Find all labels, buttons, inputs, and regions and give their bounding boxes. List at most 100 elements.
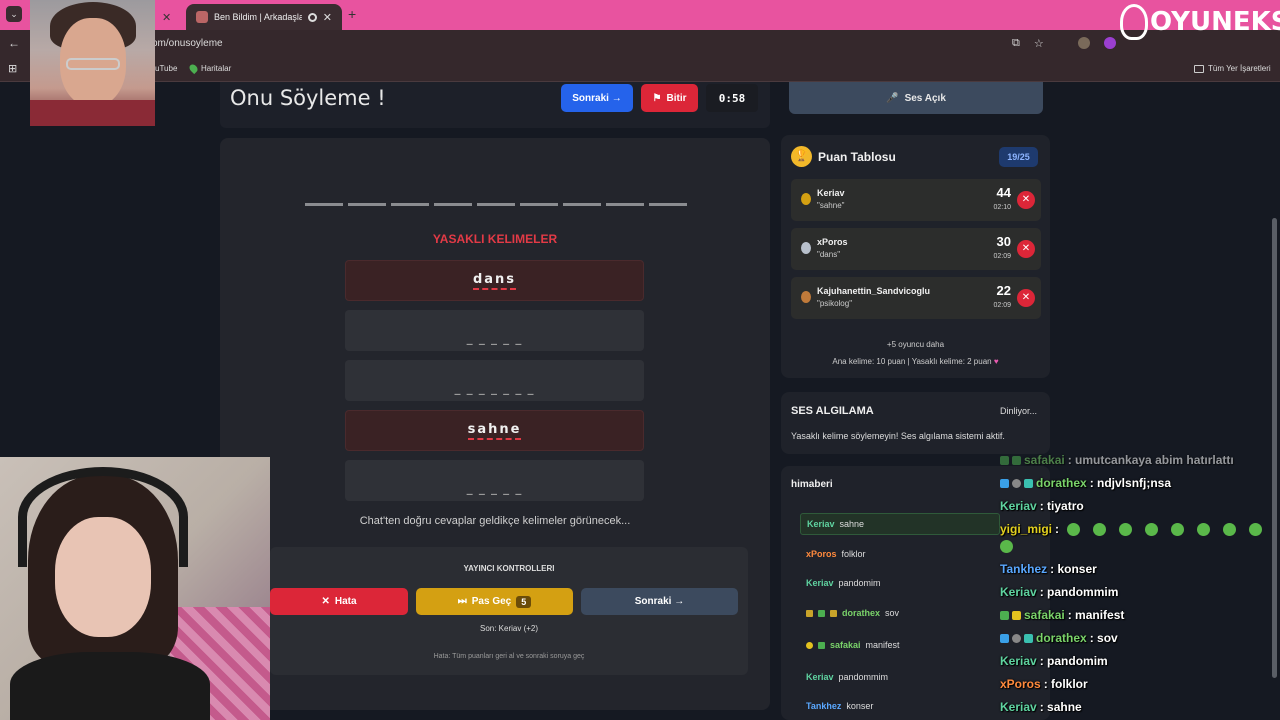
emote-icon (1249, 522, 1263, 536)
player-name: Keriav (817, 188, 845, 198)
remove-player-button[interactable]: ✕ (1017, 240, 1035, 258)
answer-slot (649, 203, 687, 206)
silver-medal-icon (801, 242, 811, 254)
answer-slot (348, 203, 386, 206)
apps-grid-icon[interactable]: ⊞ (8, 62, 17, 75)
microphone-icon: 🎤 (886, 92, 899, 104)
answer-slot (391, 203, 429, 206)
oyuneks-logo: OYUNEKS (1120, 4, 1280, 40)
bookmark-maps[interactable]: Haritalar (187, 62, 231, 75)
next-button-top[interactable]: Sonraki → (561, 84, 633, 112)
overlay-chat-line: Keriav : pandomim (1000, 654, 1108, 668)
voice-detection-card (781, 392, 1050, 454)
scrollbar-thumb[interactable] (1272, 218, 1277, 678)
url-text[interactable]: om/onusoyleme (152, 38, 223, 49)
emote-icon (1197, 522, 1211, 536)
badge-icon (1012, 633, 1021, 643)
extension-icon[interactable] (1077, 37, 1090, 49)
star-badge-icon (806, 641, 813, 649)
player-time: 02:09 (993, 253, 1011, 260)
finish-button[interactable]: ⚑ Bitir (641, 84, 698, 112)
webcam-streamer-1 (30, 0, 155, 126)
player-row: xPoros "dans" 30 02:09 ✕ (791, 228, 1041, 270)
badge-icon (1024, 633, 1033, 643)
close-icon[interactable]: ✕ (162, 11, 171, 24)
close-icon[interactable]: ✕ (323, 11, 332, 24)
chat-message: Keriav sahne (800, 513, 1000, 535)
remove-player-button[interactable]: ✕ (1017, 191, 1035, 209)
player-name: xPoros (817, 237, 848, 247)
player-word: "dans" (817, 250, 841, 259)
logo-mark-icon (1120, 4, 1148, 40)
chat-text: manifest (865, 640, 900, 650)
badge-icon (818, 609, 825, 617)
browser-tab-active[interactable]: Ben Bildim | Arkadaşlarınla ✕ (186, 4, 342, 30)
pass-count-badge: 5 (516, 595, 532, 608)
error-button[interactable]: ✕ Hata (270, 588, 408, 615)
forbidden-words-title: YASAKLI KELIMELER (432, 232, 558, 246)
error-label: Hata (334, 596, 357, 607)
overlay-user: Tankhez (1000, 562, 1048, 576)
chevron-down-icon[interactable]: ⌄ (6, 6, 22, 22)
emote-icon (1119, 522, 1133, 536)
overlay-text: : folklor (1043, 677, 1088, 691)
skip-icon: ⏭ (457, 596, 467, 607)
all-bookmarks-label: Tüm Yer İşaretleri (1208, 64, 1271, 73)
player-word: "psikolog" (817, 299, 853, 308)
scoring-rules: Ana kelime: 10 puan | Yasaklı kelime: 2 … (781, 357, 1050, 366)
chat-user: Keriav (806, 578, 834, 588)
player-row: Kajuhanettin_Sandvicoglu "psikolog" 22 0… (791, 277, 1041, 319)
sound-toggle-button[interactable]: 🎤 Ses Açık (789, 82, 1043, 114)
folder-icon (1194, 64, 1204, 73)
overlay-text: : umutcankaya abim hatırlattı (1067, 453, 1234, 467)
badge-icon (1012, 455, 1021, 465)
forbidden-word-hidden: _ _ _ _ _ _ _ (345, 360, 644, 401)
emote-icon (1145, 522, 1159, 536)
overlay-user: Keriav (1000, 585, 1037, 599)
remove-player-button[interactable]: ✕ (1017, 289, 1035, 307)
trophy-icon: 🏆 (791, 146, 812, 167)
hint-text: Chat'ten doğru cevaplar geldikçe kelimel… (359, 515, 631, 527)
gold-medal-icon (801, 193, 811, 205)
tab-title: Ben Bildim | Arkadaşlarınla (214, 12, 302, 22)
last-answer: Son: Keriav (+2) (479, 624, 539, 633)
next-button[interactable]: Sonraki → (581, 588, 738, 615)
chat-message: Keriav pandommim (800, 666, 1000, 688)
overlay-user: Keriav (1000, 499, 1037, 513)
answer-slot (305, 203, 343, 206)
sound-label: Ses Açık (904, 92, 946, 104)
overlay-user: yigi_migi (1000, 522, 1053, 536)
badge-icon (830, 609, 837, 617)
webcam-streamer-2 (0, 457, 270, 720)
chat-user: Keriav (807, 519, 835, 529)
overlay-chat-line: xPoros : folklor (1000, 677, 1088, 691)
emote-icon (1000, 540, 1013, 553)
flag-icon: ⚑ (652, 92, 662, 104)
chat-message: Tankhez konser (800, 695, 1000, 717)
webcam-figure (10, 652, 210, 720)
extension-icon[interactable] (1103, 37, 1116, 49)
logo-text: OYUNEKS (1150, 7, 1280, 37)
bookmark-star-icon[interactable]: ☆ (1034, 37, 1044, 50)
back-arrow-icon[interactable]: ← (8, 36, 20, 50)
emote-icon (1093, 522, 1107, 536)
overlay-text: : pandomim (1039, 654, 1108, 668)
pass-label: Pas Geç (471, 596, 512, 607)
bookmark-youtube[interactable]: uTube (155, 64, 177, 73)
badge-icon (1012, 478, 1021, 488)
overlay-user: Keriav (1000, 700, 1037, 714)
chat-text: pandomim (838, 578, 881, 588)
new-tab-icon[interactable]: + (348, 6, 356, 22)
overlay-chat-line: yigi_migi : (1000, 522, 1267, 536)
overlay-user: dorathex (1036, 631, 1087, 645)
player-word: "sahne" (817, 201, 845, 210)
chat-user: dorathex (842, 608, 881, 618)
voice-message: Yasaklı kelime söylemeyin! Ses algılama … (791, 431, 1005, 441)
pass-button[interactable]: ⏭ Pas Geç 5 (416, 588, 573, 615)
headphones-icon (18, 467, 188, 567)
browser-tab-inactive[interactable]: ✕ (152, 4, 182, 30)
controls-title: YAYINCI KONTROLLERI (463, 564, 555, 573)
answer-slot (477, 203, 515, 206)
all-bookmarks[interactable]: Tüm Yer İşaretleri (1194, 64, 1271, 73)
install-app-icon[interactable]: ⧉ (1012, 37, 1020, 50)
